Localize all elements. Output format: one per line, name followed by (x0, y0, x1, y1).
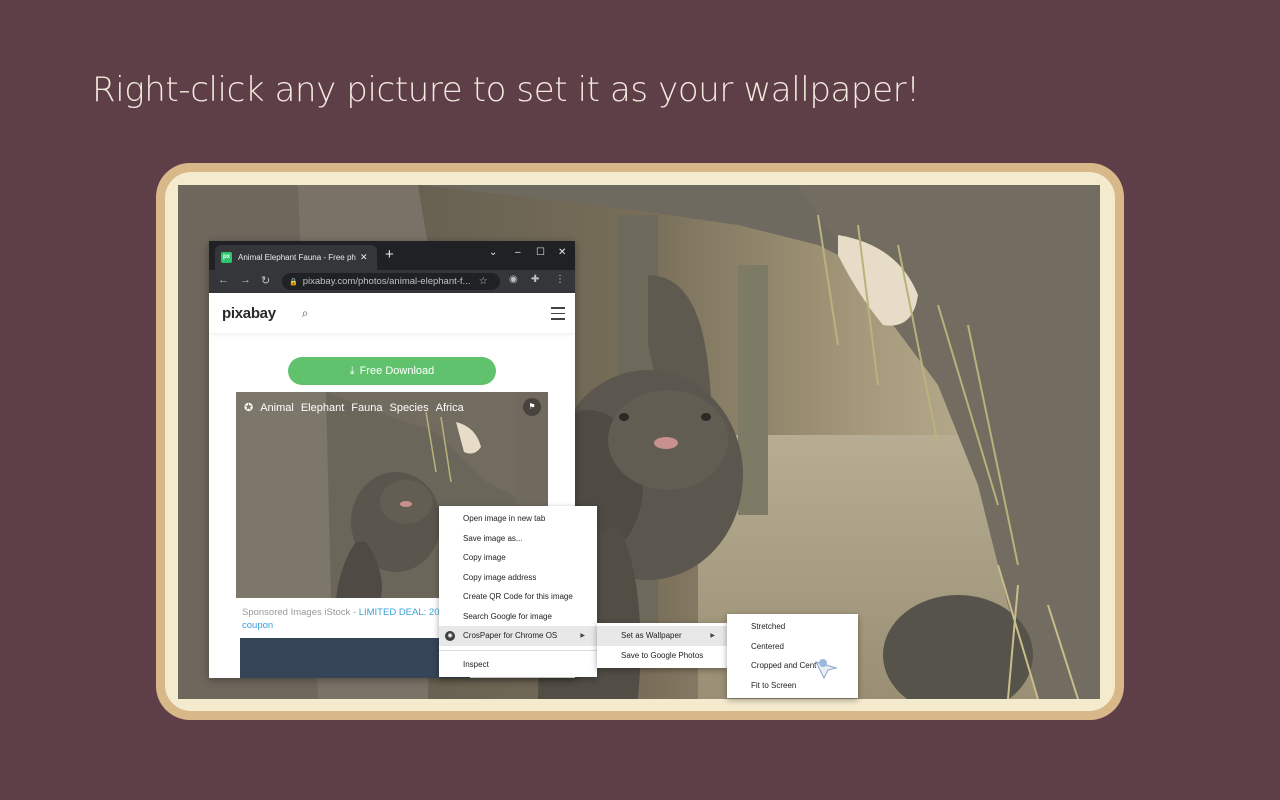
menu-item-label: Save to Google Photos (621, 650, 704, 660)
site-header: pixabay ⌕ (209, 293, 575, 333)
tag-link[interactable]: Africa (436, 402, 464, 414)
menu-item-copy-image[interactable]: Copy image (439, 548, 597, 568)
menu-separator (439, 649, 597, 651)
menu-item-label: Create QR Code for this image (463, 592, 573, 602)
mouse-cursor-icon (815, 659, 838, 680)
browser-menu-icon[interactable]: ⋮ (555, 274, 565, 285)
tag-list: ✪ Animal Elephant Fauna Species Africa (244, 401, 464, 415)
headline: Right-click any picture to set it as you… (92, 70, 920, 110)
menu-item-save-image[interactable]: Save image as... (439, 529, 597, 549)
pixabay-favicon-icon: px (221, 252, 232, 263)
menu-item-crospaper[interactable]: ◉ CrosPaper for Chrome OS ▶ (439, 626, 597, 646)
promo-banner[interactable] (240, 638, 470, 678)
minimize-icon[interactable]: – (515, 247, 521, 258)
lock-icon: 🔒 (289, 278, 298, 286)
tag-link[interactable]: Elephant (301, 402, 344, 414)
address-bar: ← → ↻ 🔒 pixabay.com/photos/animal-elepha… (209, 270, 575, 293)
menu-item-label: Copy image (463, 553, 506, 563)
menu-item-label: Centered (751, 641, 784, 651)
menu-item-label: Open image in new tab (463, 514, 546, 524)
free-download-button[interactable]: ⤓ Free Download (288, 357, 496, 385)
menu-item-label: Inspect (463, 659, 489, 669)
menu-item-label: CrosPaper for Chrome OS (463, 631, 558, 641)
flag-icon[interactable]: ⚑ (523, 398, 541, 416)
tag-link[interactable]: Animal (260, 402, 294, 414)
menu-item-qr-code[interactable]: Create QR Code for this image (439, 587, 597, 607)
menu-item-label: Fit to Screen (751, 680, 797, 690)
tab-close-icon[interactable]: ✕ (360, 252, 368, 263)
menu-item-copy-address[interactable]: Copy image address (439, 568, 597, 588)
reload-icon[interactable]: ↻ (261, 274, 270, 287)
bookmark-star-icon[interactable]: ☆ (479, 276, 488, 287)
sponsored-prefix: Sponsored Images iStock - (242, 607, 359, 618)
free-download-label: Free Download (359, 365, 435, 377)
extensions-puzzle-icon[interactable]: ✚ (531, 274, 539, 285)
menu-item-centered[interactable]: Centered (727, 637, 858, 657)
tab-bar: px Animal Elephant Fauna - Free ph ✕ + ⌄… (209, 241, 575, 270)
menu-item-stretched[interactable]: Stretched (727, 617, 858, 637)
tab-search-chevron-icon[interactable]: ⌄ (489, 247, 497, 258)
back-icon[interactable]: ← (218, 274, 229, 286)
maximize-icon[interactable]: ☐ (536, 247, 545, 258)
menu-item-save-google-photos[interactable]: Save to Google Photos (597, 646, 727, 666)
pixabay-logo[interactable]: pixabay (222, 305, 276, 322)
menu-item-search-google[interactable]: Search Google for image (439, 607, 597, 627)
menu-item-label: Set as Wallpaper (621, 631, 682, 641)
menu-item-label: Copy image address (463, 572, 537, 582)
crospaper-extension-icon[interactable]: ◉ (509, 274, 518, 285)
tag-link[interactable]: Species (389, 402, 428, 414)
menu-item-inspect[interactable]: Inspect (439, 655, 597, 675)
menu-item-label: Save image as... (463, 533, 523, 543)
new-tab-icon[interactable]: + (385, 246, 394, 264)
menu-item-label: Stretched (751, 622, 786, 632)
submenu-arrow-icon: ▶ (710, 633, 715, 640)
tag-link[interactable]: Fauna (351, 402, 382, 414)
submenu-arrow-icon: ▶ (580, 633, 585, 640)
menu-item-open-image[interactable]: Open image in new tab (439, 509, 597, 529)
menu-item-set-wallpaper[interactable]: Set as Wallpaper ▶ (597, 626, 727, 646)
sponsored-deal-link[interactable]: LIMITED DEAL: 20 (359, 607, 440, 618)
tab-title: Animal Elephant Fauna - Free ph (238, 253, 356, 262)
crospaper-submenu: Set as Wallpaper ▶ Save to Google Photos (597, 623, 727, 668)
sponsored-coupon-link[interactable]: coupon (242, 620, 273, 631)
hamburger-menu-icon[interactable] (551, 307, 565, 324)
menu-item-label: Cropped and Cent (751, 661, 817, 671)
browser-tab[interactable]: px Animal Elephant Fauna - Free ph ✕ (215, 245, 377, 270)
award-icon: ✪ (244, 402, 254, 414)
close-window-icon[interactable]: ✕ (558, 247, 566, 258)
menu-item-label: Search Google for image (463, 611, 552, 621)
crospaper-icon: ◉ (445, 630, 455, 641)
forward-icon[interactable]: → (240, 274, 251, 286)
url-text: pixabay.com/photos/animal-elephant-f... (302, 276, 471, 287)
search-icon[interactable]: ⌕ (302, 306, 309, 321)
download-icon: ⤓ (349, 364, 355, 377)
context-menu: Open image in new tab Save image as... C… (439, 506, 597, 677)
omnibox[interactable]: 🔒 pixabay.com/photos/animal-elephant-f..… (282, 273, 500, 290)
